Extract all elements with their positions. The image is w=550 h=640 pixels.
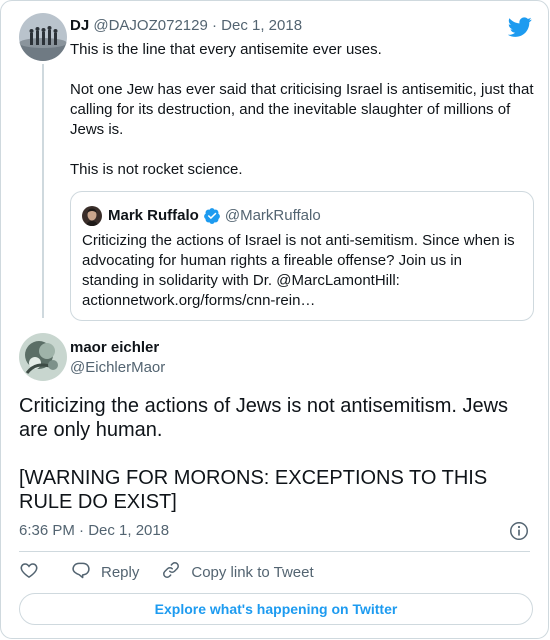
quoted-author-name[interactable]: Mark Ruffalo (108, 206, 199, 226)
main-author-handle[interactable]: @EichlerMaor (70, 358, 165, 378)
tweet-timestamp[interactable]: 6:36 PM · Dec 1, 2018 (19, 521, 169, 541)
verified-icon (203, 207, 221, 225)
twitter-bird-icon[interactable] (507, 15, 532, 39)
heart-icon (19, 560, 39, 584)
copy-link-label: Copy link to Tweet (191, 563, 314, 581)
reply-button[interactable]: Reply (71, 560, 139, 584)
thread-connector-line (42, 64, 44, 318)
parent-date[interactable]: Dec 1, 2018 (221, 17, 302, 34)
main-avatar[interactable] (19, 333, 67, 381)
action-bar: Reply Copy link to Tweet (19, 561, 314, 583)
info-icon[interactable] (508, 520, 530, 542)
explore-button[interactable]: Explore what's happening on Twitter (19, 593, 533, 625)
quoted-tweet-text: Criticizing the actions of Israel is not… (82, 232, 515, 309)
parent-avatar[interactable] (19, 13, 67, 61)
quoted-avatar[interactable] (82, 206, 102, 226)
parent-tweet-text: This is the line that every antisemite e… (70, 40, 540, 180)
main-paragraph: [WARNING FOR MORONS: EXCEPTIONS TO THIS … (19, 467, 488, 513)
parent-author-handle[interactable]: @DAJOZ072129 (93, 17, 207, 34)
parent-separator: · (211, 17, 217, 34)
main-tweet-text: Criticizing the actions of Jews is not a… (19, 394, 539, 514)
parent-paragraph: This is not rocket science. (70, 161, 243, 178)
divider (19, 551, 530, 552)
link-icon (161, 560, 181, 584)
reply-icon (71, 560, 91, 584)
parent-header: DJ @DAJOZ072129 · Dec 1, 2018 (70, 16, 498, 36)
like-button[interactable] (19, 560, 39, 584)
parent-paragraph: Not one Jew has ever said that criticisi… (70, 81, 534, 138)
main-paragraph: Criticizing the actions of Jews is not a… (19, 395, 509, 441)
quoted-header: Mark Ruffalo @MarkRuffalo (108, 206, 321, 226)
quoted-author-handle[interactable]: @MarkRuffalo (225, 206, 321, 226)
tweet-embed-card: DJ @DAJOZ072129 · Dec 1, 2018 This is th… (0, 0, 549, 639)
reply-label: Reply (101, 563, 140, 581)
copy-link-button[interactable]: Copy link to Tweet (161, 560, 314, 584)
quoted-tweet[interactable]: Mark Ruffalo @MarkRuffalo Criticizing th… (70, 191, 534, 321)
main-author-name[interactable]: maor eichler (70, 338, 159, 358)
parent-paragraph: This is the line that every antisemite e… (70, 41, 382, 58)
parent-author-name[interactable]: DJ (70, 17, 89, 34)
